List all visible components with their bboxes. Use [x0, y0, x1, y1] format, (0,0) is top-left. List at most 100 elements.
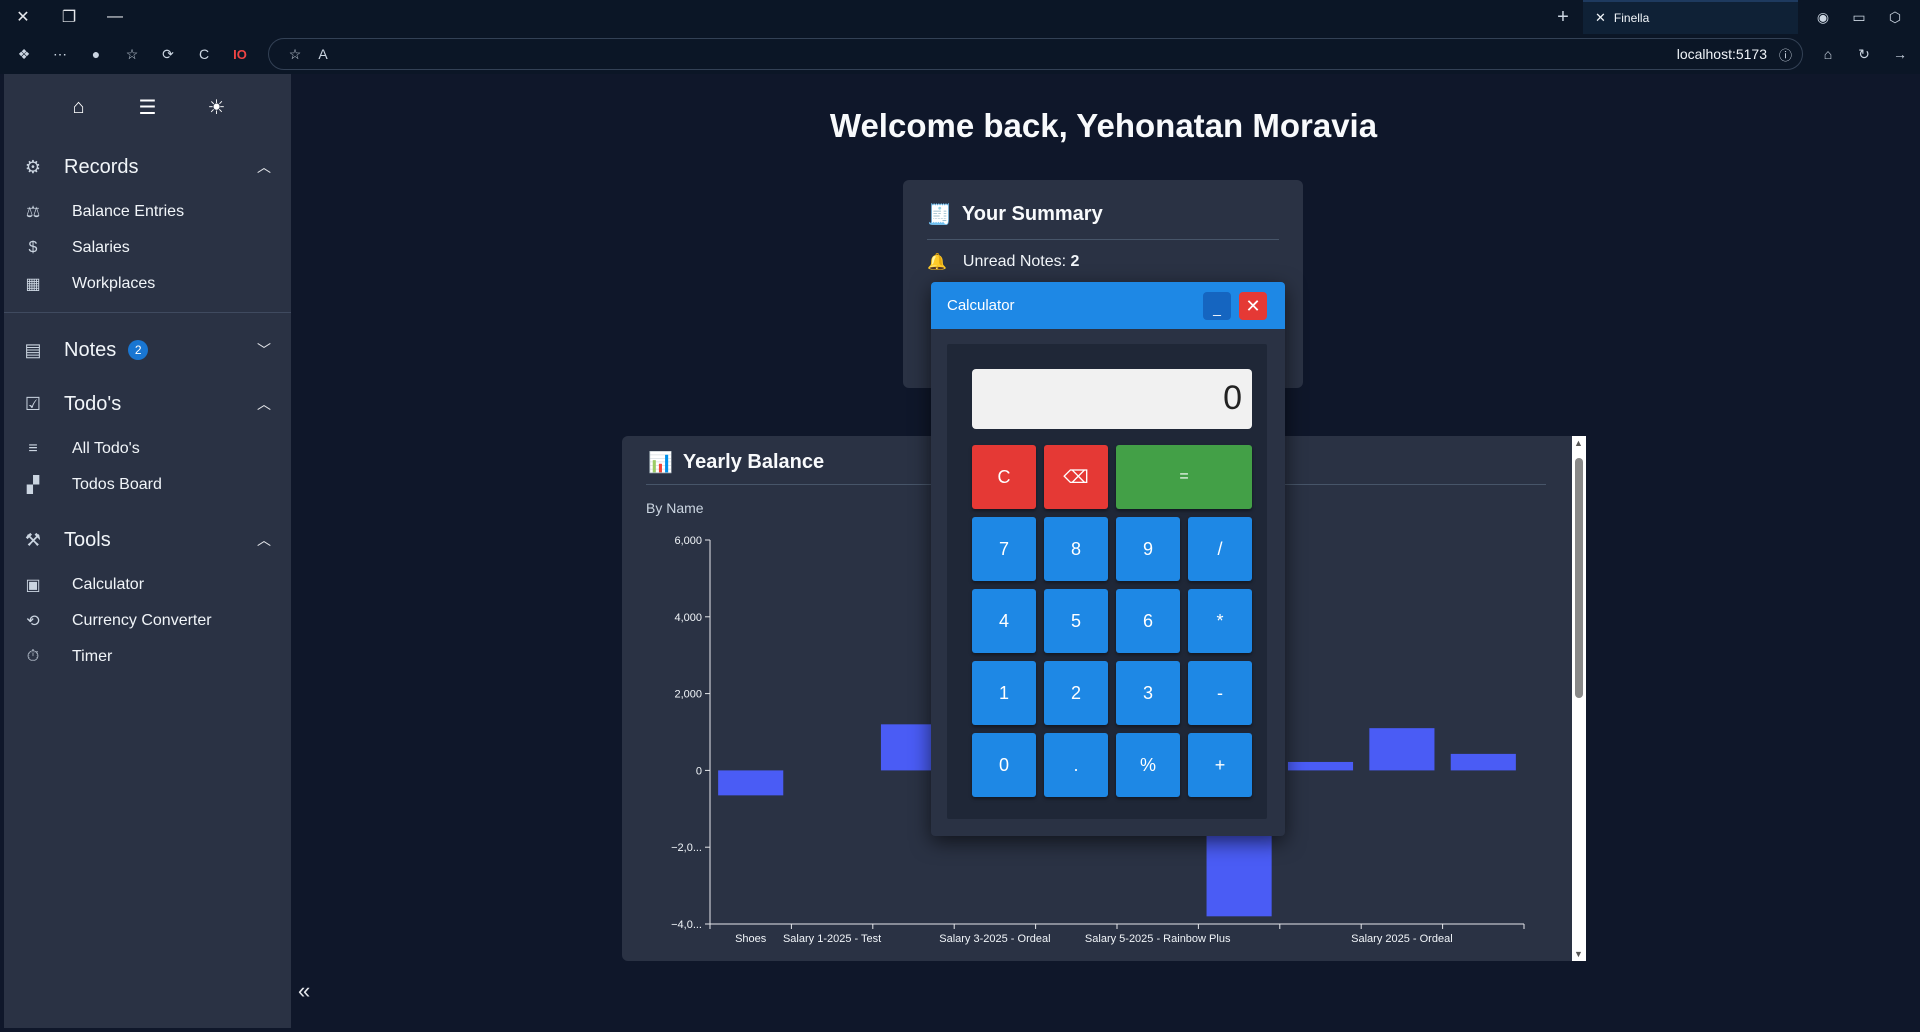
y-tick-label: −4,0...: [671, 919, 702, 931]
x-tick-label: Salary 1-2025 - Test: [783, 933, 881, 945]
forward-icon[interactable]: →: [1886, 40, 1914, 68]
star-icon[interactable]: ☆: [281, 40, 309, 68]
more-icon[interactable]: ⋯: [46, 40, 74, 68]
chart-title: Yearly Balance: [682, 451, 825, 473]
sidebar-item-calculator[interactable]: ▣ Calculator: [4, 567, 291, 603]
calc-key-divide[interactable]: /: [1188, 517, 1252, 581]
sidebar-section-tools[interactable]: ⚒ Tools ︿: [4, 513, 291, 567]
sidebar-item-balance-entries[interactable]: ⚖ Balance Entries: [4, 194, 291, 230]
calc-key-backspace[interactable]: ⌫: [1044, 445, 1108, 509]
calc-key-7[interactable]: 7: [972, 517, 1036, 581]
extension-icon[interactable]: C: [190, 40, 218, 68]
calc-key-2[interactable]: 2: [1044, 661, 1108, 725]
calc-key-0[interactable]: 0: [972, 733, 1036, 797]
chevron-up-icon[interactable]: ︿: [257, 394, 271, 414]
calculator-window: Calculator _ ✕ 0 C ⌫ = 7 8 9/ 4 5 6 * 1 2 3- 0.% +: [931, 282, 1285, 836]
item-label: All Todo's: [72, 440, 140, 457]
calc-key-6[interactable]: 6: [1116, 589, 1180, 653]
sidebar-item-timer[interactable]: ⏱ Timer: [4, 639, 291, 675]
divider: [927, 239, 1279, 240]
browser-tab[interactable]: ✕ Finella: [1583, 0, 1798, 34]
scroll-up-icon[interactable]: ▲: [1574, 438, 1583, 448]
chevron-up-icon[interactable]: ︿: [257, 530, 271, 550]
scrollbar[interactable]: ▲ ▼: [1572, 436, 1586, 961]
records-icon: ⚙: [24, 156, 42, 177]
item-label: Currency Converter: [72, 612, 212, 629]
extension-icon[interactable]: IO: [226, 40, 254, 68]
x-tick-label: Shoes: [735, 933, 767, 945]
sidebar-section-notes[interactable]: ▤ Notes 2 ﹀: [4, 323, 291, 377]
calculator-titlebar[interactable]: Calculator _ ✕: [931, 282, 1285, 329]
profile-icon[interactable]: ●: [82, 40, 110, 68]
calc-key-equals[interactable]: =: [1116, 445, 1252, 509]
chevron-down-icon[interactable]: ﹀: [257, 340, 271, 360]
sidebar-section-todos[interactable]: ☑ Todo's ︿: [4, 377, 291, 431]
url-field[interactable]: ☆ A localhost:5173 ⓘ: [268, 38, 1803, 70]
menu-icon[interactable]: ☰: [133, 95, 163, 120]
bar: [1450, 753, 1516, 771]
unread-label: Unread Notes:: [962, 253, 1067, 270]
calc-key-C[interactable]: C: [972, 445, 1036, 509]
calc-key-percent[interactable]: %: [1116, 733, 1180, 797]
sidebar-item-currency-converter[interactable]: ⟲ Currency Converter: [4, 603, 291, 639]
calc-key-dot[interactable]: .: [1044, 733, 1108, 797]
address-bar: ❖ ⋯ ● ☆ ⟳ C IO ☆ A localhost:5173 ⓘ ⌂ ↻ …: [0, 34, 1920, 74]
minimize-window-icon[interactable]: —: [92, 0, 138, 34]
section-label: Todo's: [64, 392, 122, 415]
new-tab-button[interactable]: +: [1543, 6, 1583, 29]
y-tick-label: 6,000: [674, 535, 702, 547]
scroll-down-icon[interactable]: ▼: [1574, 949, 1583, 959]
x-tick-label: Salary 2025 - Ordeal: [1351, 933, 1453, 945]
window-titlebar: ✕ ❐ — + ✕ Finella ◉ ▭ ⬡: [0, 0, 1920, 34]
unread-notes-row: 🔔 Unread Notes: 2: [927, 252, 1279, 272]
extension-icon[interactable]: ◉: [1808, 2, 1838, 32]
calc-key-8[interactable]: 8: [1044, 517, 1108, 581]
calc-key-5[interactable]: 5: [1044, 589, 1108, 653]
item-label: Workplaces: [72, 275, 156, 292]
url-text: localhost:5173: [1676, 46, 1767, 62]
y-tick-label: 2,000: [674, 689, 702, 701]
close-button[interactable]: ✕: [1239, 292, 1267, 320]
notes-badge: 2: [128, 340, 149, 360]
calc-key-3[interactable]: 3: [1116, 661, 1180, 725]
calc-key-4[interactable]: 4: [972, 589, 1036, 653]
bar: [718, 770, 784, 796]
minimize-button[interactable]: _: [1203, 292, 1231, 320]
copilot-icon[interactable]: ❖: [10, 40, 38, 68]
sidebar-item-workplaces[interactable]: ▦ Workplaces: [4, 266, 291, 302]
favorites-icon[interactable]: ☆: [118, 40, 146, 68]
sidebar-item-todos-board[interactable]: ▞ Todos Board: [4, 467, 291, 503]
extension-icon[interactable]: ⟳: [154, 40, 182, 68]
refresh-icon[interactable]: ↻: [1850, 40, 1878, 68]
read-aloud-icon[interactable]: A: [309, 40, 337, 68]
calculator-title: Calculator: [947, 297, 1015, 314]
home-icon[interactable]: ⌂: [64, 96, 94, 119]
unread-value: 2: [1070, 253, 1080, 270]
tab-close-icon[interactable]: ✕: [1595, 10, 1606, 26]
calc-key-1[interactable]: 1: [972, 661, 1036, 725]
sidebar-item-salaries[interactable]: $ Salaries: [4, 230, 291, 266]
section-label: Tools: [64, 528, 111, 551]
item-label: Balance Entries: [72, 203, 185, 220]
calc-key-plus[interactable]: +: [1188, 733, 1252, 797]
collapse-sidebar-icon[interactable]: «: [298, 978, 310, 1004]
calc-key-multiply[interactable]: *: [1188, 589, 1252, 653]
close-window-icon[interactable]: ✕: [0, 0, 46, 34]
scroll-thumb[interactable]: [1575, 458, 1583, 698]
list-edit-icon: ≡: [28, 440, 38, 457]
calc-key-minus[interactable]: -: [1188, 661, 1252, 725]
workspaces-icon[interactable]: ⬡: [1880, 2, 1910, 32]
chevron-up-icon[interactable]: ︿: [257, 157, 271, 177]
calculator-icon: ▣: [25, 577, 41, 594]
restore-window-icon[interactable]: ❐: [46, 0, 92, 34]
bar: [1369, 728, 1435, 771]
home-icon[interactable]: ⌂: [1814, 40, 1842, 68]
calc-key-9[interactable]: 9: [1116, 517, 1180, 581]
item-label: Todos Board: [72, 476, 162, 493]
receipt-icon: 🧾: [927, 204, 952, 226]
info-icon[interactable]: ⓘ: [1779, 45, 1792, 64]
sidebar-item-all-todos[interactable]: ≡ All Todo's: [4, 431, 291, 467]
tab-layout-icon[interactable]: ▭: [1844, 2, 1874, 32]
theme-toggle-icon[interactable]: ☀: [202, 95, 232, 120]
sidebar-section-records[interactable]: ⚙ Records ︿: [4, 140, 291, 194]
